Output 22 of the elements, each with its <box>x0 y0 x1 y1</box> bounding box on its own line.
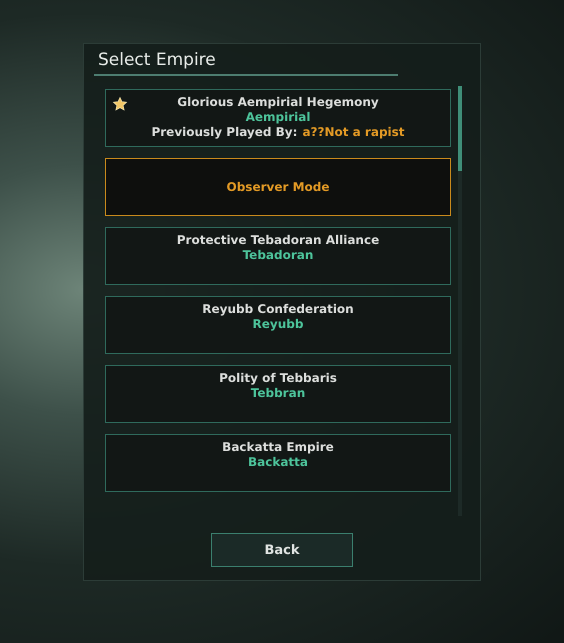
empire-option[interactable]: Protective Tebadoran Alliance Tebadoran <box>105 227 451 285</box>
played-by-label: Previously Played By: <box>151 125 298 140</box>
player-name: a??Not a rapist <box>302 125 405 140</box>
species-name: Aempirial <box>246 110 310 125</box>
empire-name: Protective Tebadoran Alliance <box>176 233 380 248</box>
scrollbar-thumb[interactable] <box>458 86 462 171</box>
back-button[interactable]: Back <box>211 533 353 567</box>
empire-name: Backatta Empire <box>222 440 334 455</box>
species-name: Backatta <box>248 455 308 470</box>
species-name: Tebadoran <box>242 248 314 263</box>
empire-option[interactable]: Reyubb Confederation Reyubb <box>105 296 451 354</box>
species-name: Tebbran <box>250 386 306 401</box>
empire-option[interactable]: Backatta Empire Backatta <box>105 434 451 492</box>
empire-name: Polity of Tebbaris <box>219 371 337 386</box>
empire-option[interactable]: Observer Mode <box>105 158 451 216</box>
empire-option[interactable]: Glorious Aempirial Hegemony Aempirial Previously Played By: a??Not a rapist <box>105 89 451 147</box>
empire-name: Glorious Aempirial Hegemony <box>177 95 379 110</box>
dialog-title: Select Empire <box>94 50 398 76</box>
empire-name: Observer Mode <box>226 180 330 194</box>
empire-name: Reyubb Confederation <box>202 302 354 317</box>
species-name: Reyubb <box>252 317 304 332</box>
empire-option[interactable]: Polity of Tebbaris Tebbran <box>105 365 451 423</box>
